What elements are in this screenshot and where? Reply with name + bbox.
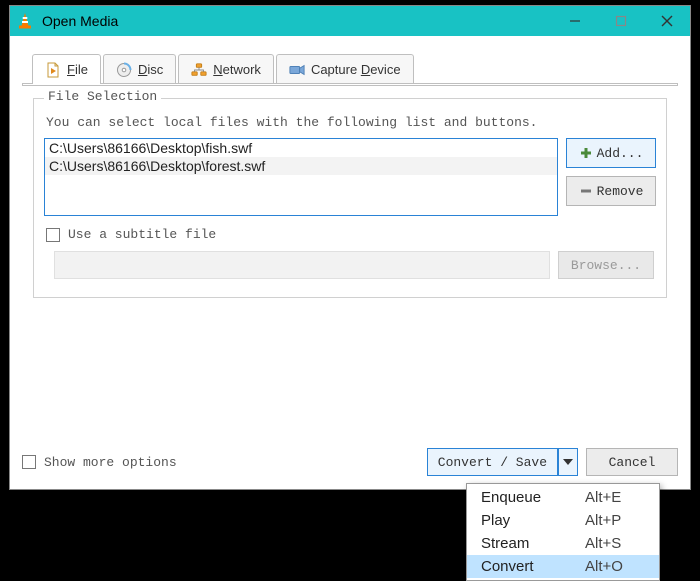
- tabs-strip: File Disc Network: [20, 54, 680, 86]
- subtitle-path-input: [54, 251, 550, 279]
- vlc-cone-icon: [16, 12, 34, 30]
- tab-file[interactable]: File: [32, 54, 101, 84]
- tab-disc-label-rest: isc: [147, 62, 163, 77]
- menu-item-enqueue[interactable]: Enqueue Alt+E: [467, 486, 659, 509]
- menu-item-shortcut: Alt+O: [585, 558, 645, 575]
- file-selection-legend: File Selection: [44, 89, 161, 104]
- file-selection-fieldset: File Selection You can select local file…: [33, 98, 667, 298]
- tab-capture-device[interactable]: Capture Device: [276, 54, 414, 84]
- file-icon: [45, 62, 61, 78]
- show-more-options-checkbox[interactable]: [22, 455, 36, 469]
- list-item[interactable]: C:\Users\86166\Desktop\forest.swf: [45, 157, 557, 175]
- network-icon: [191, 62, 207, 78]
- tab-file-label-rest: ile: [75, 62, 88, 77]
- convert-save-dropdown-arrow[interactable]: [558, 448, 578, 476]
- titlebar: Open Media: [10, 6, 690, 36]
- menu-item-stream[interactable]: Stream Alt+S: [467, 532, 659, 555]
- minimize-button[interactable]: [552, 6, 598, 36]
- menu-item-shortcut: Alt+E: [585, 489, 645, 506]
- maximize-button[interactable]: [598, 6, 644, 36]
- remove-button[interactable]: Remove: [566, 176, 656, 206]
- menu-item-shortcut: Alt+S: [585, 535, 645, 552]
- convert-save-split-button[interactable]: Convert / Save: [427, 448, 578, 476]
- open-media-window: Open Media File: [9, 5, 691, 490]
- tab-capture-label-rest: evice: [370, 62, 400, 77]
- window-controls: [552, 6, 690, 36]
- bottom-bar: Show more options Convert / Save Cancel: [22, 445, 678, 479]
- plus-icon: [579, 146, 593, 160]
- close-button[interactable]: [644, 6, 690, 36]
- window-title: Open Media: [42, 13, 118, 29]
- capture-icon: [289, 62, 305, 78]
- show-more-options-label: Show more options: [44, 455, 177, 470]
- minus-icon: [579, 184, 593, 198]
- tab-panel: File Selection You can select local file…: [22, 83, 678, 86]
- menu-item-label: Stream: [481, 535, 585, 552]
- cancel-button[interactable]: Cancel: [586, 448, 678, 476]
- remove-button-label: Remove: [597, 184, 644, 199]
- list-item[interactable]: C:\Users\86166\Desktop\fish.swf: [45, 139, 557, 157]
- menu-item-label: Play: [481, 512, 585, 529]
- tab-file-label-u: F: [67, 62, 75, 77]
- menu-item-shortcut: Alt+P: [585, 512, 645, 529]
- tab-network[interactable]: Network: [178, 54, 274, 84]
- file-selection-help: You can select local files with the foll…: [46, 115, 656, 130]
- disc-icon: [116, 62, 132, 78]
- file-list[interactable]: C:\Users\86166\Desktop\fish.swf C:\Users…: [44, 138, 558, 216]
- dialog-content: File Disc Network: [20, 48, 680, 439]
- subtitle-checkbox-label: Use a subtitle file: [68, 227, 216, 242]
- menu-item-label: Enqueue: [481, 489, 585, 506]
- menu-item-label: Convert: [481, 558, 585, 575]
- tab-disc[interactable]: Disc: [103, 54, 176, 84]
- add-button[interactable]: Add...: [566, 138, 656, 168]
- add-button-label: Add...: [597, 146, 644, 161]
- menu-item-convert[interactable]: Convert Alt+O: [467, 555, 659, 578]
- convert-save-button[interactable]: Convert / Save: [427, 448, 558, 476]
- menu-item-play[interactable]: Play Alt+P: [467, 509, 659, 532]
- subtitle-checkbox[interactable]: [46, 228, 60, 242]
- chevron-down-icon: [563, 459, 573, 465]
- browse-button: Browse...: [558, 251, 654, 279]
- convert-save-menu: Enqueue Alt+E Play Alt+P Stream Alt+S Co…: [466, 483, 660, 581]
- tab-network-label-rest: etwork: [223, 62, 261, 77]
